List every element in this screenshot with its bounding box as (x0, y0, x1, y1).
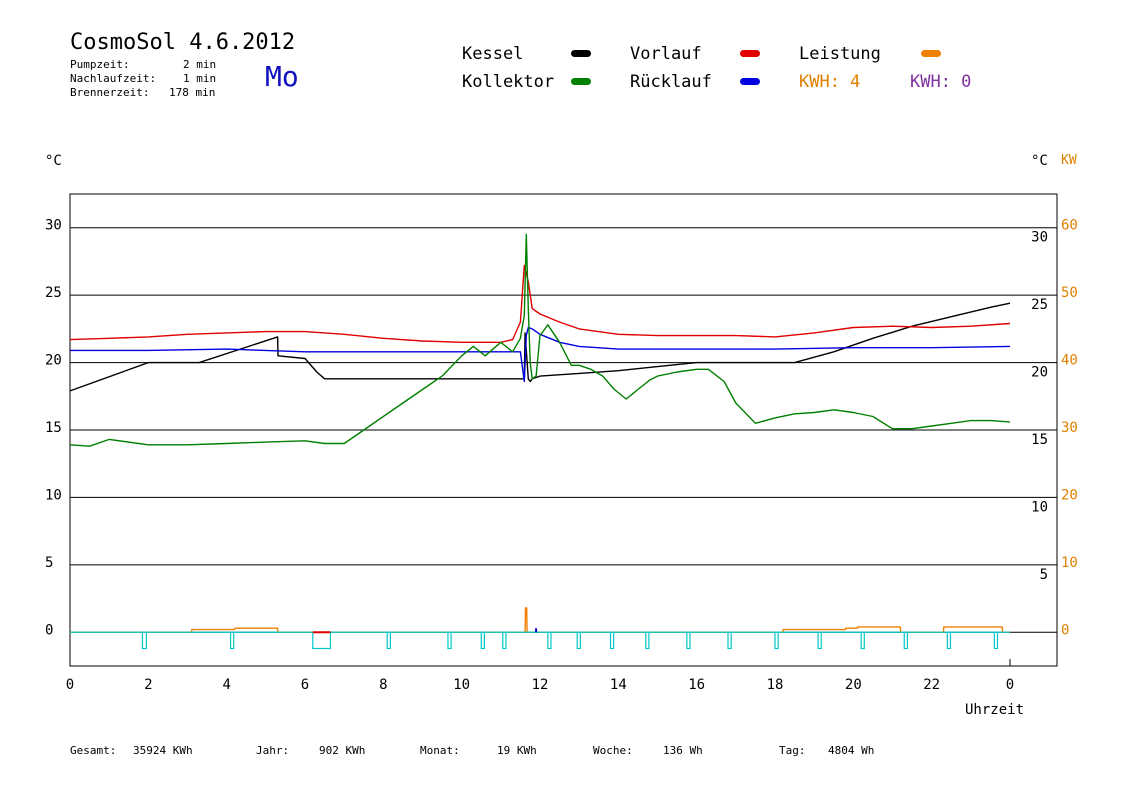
x-tick-6: 12 (532, 677, 549, 693)
y-tick-right-20: 20 (1031, 365, 1048, 381)
y2-tick-40: 40 (1061, 353, 1078, 369)
x-tick-0: 0 (66, 677, 74, 693)
y-tick-right-5: 5 (1040, 567, 1048, 583)
x-tick-7: 14 (610, 677, 627, 693)
series-pumpe-pulse-18 (993, 631, 999, 650)
series-pumpe-pulse-6 (502, 631, 507, 650)
series-leistung-line (70, 607, 1010, 633)
footer-monat-label: Monat: (420, 744, 460, 757)
y2-tick-30: 30 (1061, 420, 1078, 436)
y-tick-left-5: 5 (45, 555, 53, 571)
series-pumpe-pulse-1 (229, 631, 235, 650)
x-tick-12: 0 (1006, 677, 1014, 693)
y2-tick-60: 60 (1061, 218, 1078, 234)
series-vorlauf-line (69, 264, 1011, 343)
x-tick-11: 22 (923, 677, 940, 693)
series-pumpe-pulse-15 (860, 631, 865, 650)
x-tick-3: 6 (301, 677, 309, 693)
x-tick-5: 10 (453, 677, 470, 693)
x-tick-2: 4 (222, 677, 230, 693)
y-tick-left-30: 30 (45, 218, 62, 234)
x-tick-9: 18 (767, 677, 784, 693)
footer-monat-value: 19 KWh (497, 744, 537, 757)
footer-tag-label: Tag: (779, 744, 806, 757)
y2-tick-0: 0 (1061, 622, 1069, 638)
series-pumpe-pulse-5 (480, 631, 485, 650)
footer-woche-label: Woche: (593, 744, 633, 757)
footer-tag-value: 4804 Wh (828, 744, 875, 757)
footer-woche-value: 136 Wh (663, 744, 703, 757)
series-pumpe-pulse-17 (946, 631, 952, 650)
footer-gesamt-value: 35924 KWh (133, 744, 193, 757)
series-pumpe-pulse-10 (645, 631, 650, 650)
y-tick-right-10: 10 (1031, 499, 1048, 515)
series-pumpe-pulse-2 (312, 631, 332, 650)
x-tick-8: 16 (688, 677, 705, 693)
series-pumpe-pulse-11 (686, 631, 691, 650)
series-pumpe-pulse-3 (386, 631, 391, 650)
series-pumpe-pulse-8 (576, 631, 581, 650)
y-tick-left-0: 0 (45, 622, 53, 638)
series-pumpe-pulse-13 (774, 631, 779, 650)
x-tick-1: 2 (144, 677, 152, 693)
y2-tick-50: 50 (1061, 285, 1078, 301)
y-tick-right-25: 25 (1031, 297, 1048, 313)
series-pumpe-pulse-7 (547, 631, 552, 650)
series-pumpe-pulse-9 (609, 631, 615, 650)
series-pumpe-pulse-0 (141, 631, 147, 650)
y-tick-right-30: 30 (1031, 230, 1048, 246)
footer-gesamt-label: Gesamt: (70, 744, 117, 757)
y-tick-left-25: 25 (45, 285, 62, 301)
chart-svg: 0510152025305101520253001020304050600 2 4 6… (45, 193, 1078, 693)
series-pumpe-pulse-16 (903, 631, 908, 650)
y2-tick-20: 20 (1061, 487, 1078, 503)
series-pumpe-pulse-14 (817, 631, 822, 650)
series-pumpe-pulse-12 (727, 631, 732, 650)
y-tick-left-15: 15 (45, 420, 62, 436)
x-tick-4: 8 (379, 677, 387, 693)
footer-jahr-label: Jahr: (256, 744, 290, 757)
series-pumpe-pulse-4 (447, 631, 452, 650)
footer-jahr-value: 902 KWh (319, 744, 366, 757)
y2-tick-10: 10 (1061, 555, 1078, 571)
y-tick-left-10: 10 (45, 487, 62, 503)
y-tick-right-15: 15 (1031, 432, 1048, 448)
y-tick-left-20: 20 (45, 353, 62, 369)
x-tick-10: 20 (845, 677, 862, 693)
